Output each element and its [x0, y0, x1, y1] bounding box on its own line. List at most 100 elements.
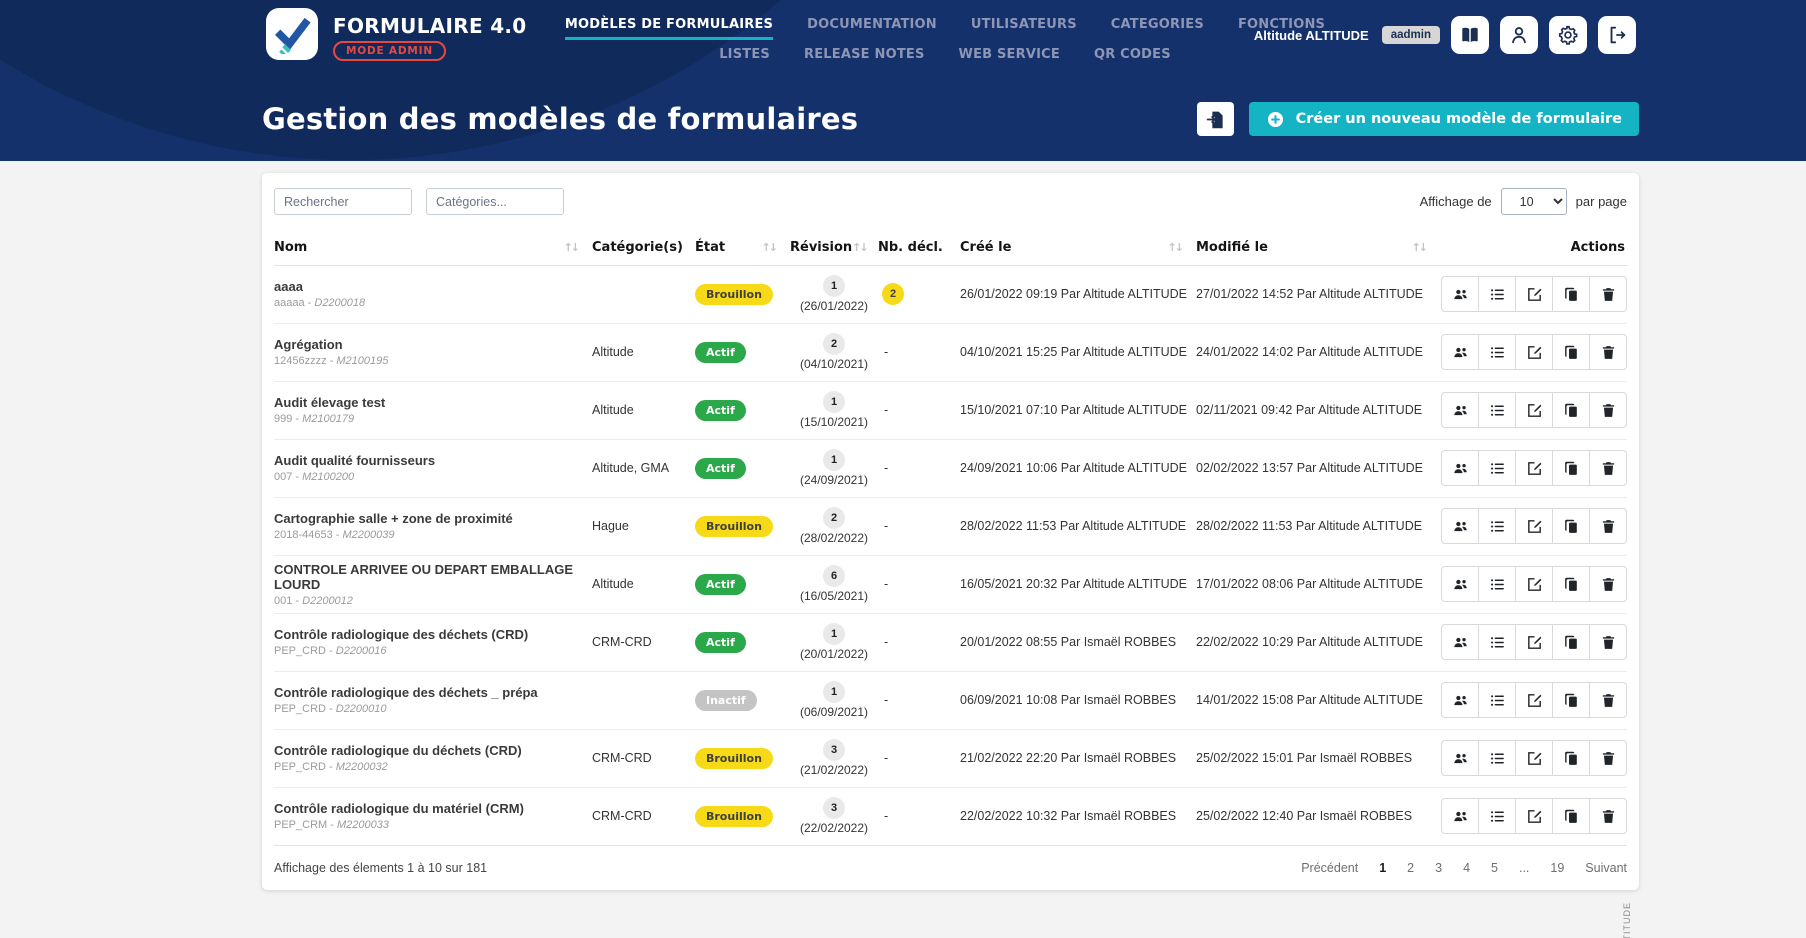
column-header-actions: Actions — [1440, 230, 1627, 266]
delete-button[interactable] — [1589, 392, 1627, 428]
nav-item-categories[interactable]: CATEGORIES — [1111, 17, 1204, 40]
user-name: Altitude ALTITUDE — [1253, 27, 1369, 43]
duplicate-button[interactable] — [1552, 682, 1590, 718]
list-declarations-button[interactable] — [1478, 508, 1516, 544]
nav-item-listes[interactable]: LISTES — [719, 47, 770, 70]
nav-item-utilisateurs[interactable]: UTILISATEURS — [971, 17, 1077, 40]
table-row[interactable]: Contrôle radiologique des déchets _ prép… — [274, 670, 1627, 729]
create-model-button[interactable]: Créer un nouveau modèle de formulaire — [1248, 102, 1639, 136]
sort-icon[interactable]: ↑↓ — [1168, 241, 1185, 254]
edit-button[interactable] — [1515, 276, 1553, 312]
nav-item-documentation[interactable]: DOCUMENTATION — [807, 17, 937, 40]
duplicate-button[interactable] — [1552, 798, 1590, 835]
duplicate-button[interactable] — [1552, 624, 1590, 660]
delete-button[interactable] — [1589, 276, 1627, 312]
duplicate-button[interactable] — [1552, 276, 1590, 312]
duplicate-button[interactable] — [1552, 508, 1590, 544]
page-number-19[interactable]: 19 — [1550, 861, 1564, 875]
list-declarations-button[interactable] — [1478, 740, 1516, 776]
list-declarations-button[interactable] — [1478, 276, 1516, 312]
sort-icon[interactable]: ↑↓ — [1412, 241, 1429, 254]
documentation-button[interactable] — [1451, 16, 1489, 54]
logout-button[interactable] — [1598, 16, 1636, 54]
model-code: M2200032 — [335, 761, 388, 773]
assign-users-button[interactable] — [1441, 798, 1479, 835]
sort-icon[interactable]: ↑↓ — [852, 241, 869, 254]
list-declarations-button[interactable] — [1478, 682, 1516, 718]
nav-item-release-notes[interactable]: RELEASE NOTES — [804, 47, 925, 70]
table-row[interactable]: Cartographie salle + zone de proximité 2… — [274, 496, 1627, 555]
delete-button[interactable] — [1589, 508, 1627, 544]
nb-decl-value: - — [884, 809, 889, 824]
page-number-2[interactable]: 2 — [1407, 861, 1414, 875]
edit-button[interactable] — [1515, 624, 1553, 660]
assign-users-button[interactable] — [1441, 624, 1479, 660]
table-row[interactable]: Audit élevage test 999 - M2100179 Altitu… — [274, 380, 1627, 439]
duplicate-button[interactable] — [1552, 740, 1590, 776]
assign-users-button[interactable] — [1441, 334, 1479, 370]
list-declarations-button[interactable] — [1478, 450, 1516, 486]
table-row[interactable]: Contrôle radiologique des déchets (CRD) … — [274, 612, 1627, 671]
duplicate-button[interactable] — [1552, 566, 1590, 602]
duplicate-button[interactable] — [1552, 392, 1590, 428]
edit-button[interactable] — [1515, 392, 1553, 428]
table-row[interactable]: Audit qualité fournisseurs 007 - M210020… — [274, 438, 1627, 497]
list-declarations-button[interactable] — [1478, 798, 1516, 835]
sort-icon[interactable]: ↑↓ — [762, 241, 779, 254]
sort-icon[interactable]: ↑↓ — [564, 241, 581, 254]
app-logo[interactable] — [266, 8, 318, 60]
pagination-previous[interactable]: Précédent — [1301, 861, 1358, 875]
assign-users-button[interactable] — [1441, 740, 1479, 776]
settings-button[interactable] — [1549, 16, 1587, 54]
model-reference: aaaaa - D2200018 — [274, 297, 366, 309]
table-row[interactable]: Contrôle radiologique du déchets (CRD) P… — [274, 728, 1627, 787]
list-declarations-button[interactable] — [1478, 566, 1516, 602]
delete-button[interactable] — [1589, 682, 1627, 718]
edit-button[interactable] — [1515, 682, 1553, 718]
edit-button[interactable] — [1515, 740, 1553, 776]
profile-button[interactable] — [1500, 16, 1538, 54]
column-header-modifie-le: Modifié le ↑↓ — [1196, 230, 1440, 266]
assign-users-button[interactable] — [1441, 392, 1479, 428]
pagination-next[interactable]: Suivant — [1585, 861, 1627, 875]
delete-button[interactable] — [1589, 334, 1627, 370]
assign-users-button[interactable] — [1441, 450, 1479, 486]
edit-button[interactable] — [1515, 798, 1553, 835]
assign-users-button[interactable] — [1441, 276, 1479, 312]
list-declarations-button[interactable] — [1478, 334, 1516, 370]
delete-button[interactable] — [1589, 624, 1627, 660]
delete-button[interactable] — [1589, 798, 1627, 835]
page-number-4[interactable]: 4 — [1463, 861, 1470, 875]
table-row[interactable]: aaaa aaaaa - D2200018 Brouillon 1 (26/01… — [274, 265, 1627, 323]
assign-users-button[interactable] — [1441, 566, 1479, 602]
delete-button[interactable] — [1589, 740, 1627, 776]
edit-button[interactable] — [1515, 566, 1553, 602]
table-row[interactable]: Contrôle radiologique du matériel (CRM) … — [274, 786, 1627, 845]
page-number-3[interactable]: 3 — [1435, 861, 1442, 875]
edit-button[interactable] — [1515, 450, 1553, 486]
nav-item-web-service[interactable]: WEB SERVICE — [959, 47, 1060, 70]
page-number-1[interactable]: 1 — [1379, 861, 1386, 875]
categories-filter-input[interactable] — [426, 188, 564, 215]
list-declarations-button[interactable] — [1478, 392, 1516, 428]
duplicate-button[interactable] — [1552, 450, 1590, 486]
table-row[interactable]: CONTROLE ARRIVEE OU DEPART EMBALLAGE LOU… — [274, 554, 1627, 613]
duplicate-button[interactable] — [1552, 334, 1590, 370]
delete-button[interactable] — [1589, 450, 1627, 486]
search-input[interactable] — [274, 188, 412, 215]
edit-button[interactable] — [1515, 334, 1553, 370]
import-model-button[interactable] — [1196, 102, 1234, 136]
created-cell: 28/02/2022 11:53 Par Altitude ALTITUDE — [960, 496, 1196, 555]
nav-item-qr-codes[interactable]: QR CODES — [1094, 47, 1171, 70]
table-row[interactable]: Agrégation 12456zzzz - M2100195 Altitude… — [274, 322, 1627, 381]
per-page-select[interactable]: 10 — [1500, 188, 1567, 215]
list-declarations-button[interactable] — [1478, 624, 1516, 660]
assign-users-button[interactable] — [1441, 508, 1479, 544]
page-number-5[interactable]: 5 — [1491, 861, 1498, 875]
edit-button[interactable] — [1515, 508, 1553, 544]
model-revision-cell: 1 (26/01/2022) — [790, 265, 878, 323]
modified-cell: 02/02/2022 13:57 Par Altitude ALTITUDE — [1196, 438, 1440, 497]
nav-item-modeles-de-formulaires[interactable]: MODÈLES DE FORMULAIRES — [564, 17, 774, 40]
delete-button[interactable] — [1589, 566, 1627, 602]
assign-users-button[interactable] — [1441, 682, 1479, 718]
